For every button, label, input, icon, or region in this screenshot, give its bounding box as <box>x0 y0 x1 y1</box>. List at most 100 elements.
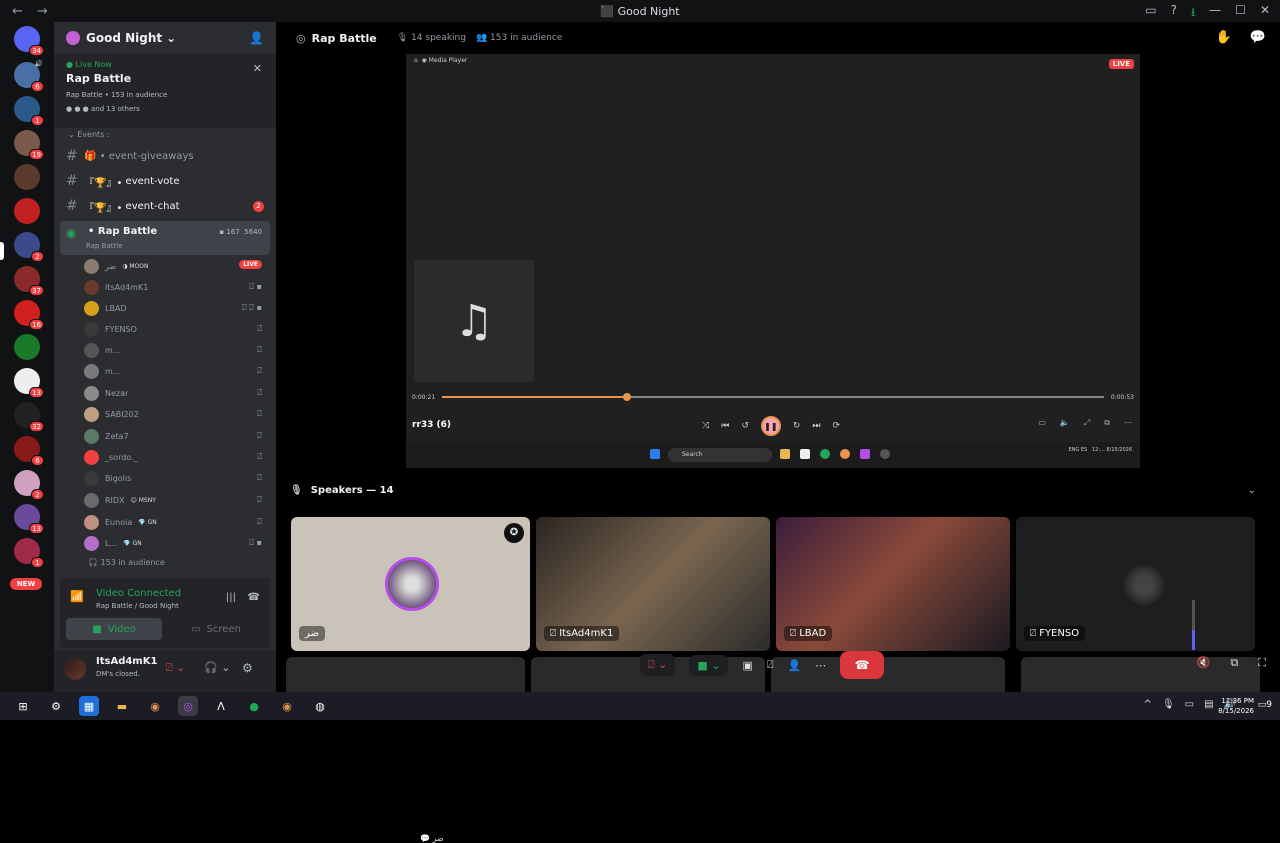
settings-icon[interactable]: ⚙ <box>46 696 66 716</box>
voice-member[interactable]: Eunoia 💎 GN ⍁ <box>84 512 270 532</box>
forward-icon[interactable]: ↻ <box>793 421 801 431</box>
server-icon[interactable]: 1 <box>14 538 44 568</box>
server-icon[interactable]: 19 <box>14 130 44 160</box>
server-icon[interactable]: 1 <box>14 96 44 126</box>
network-icon[interactable]: ▤ <box>1204 699 1213 710</box>
chevron-up-icon[interactable]: ^ <box>1144 699 1152 710</box>
voice-member[interactable]: Nezar ⍁ <box>84 383 270 403</box>
server-icon[interactable]: 2 <box>14 470 44 500</box>
windows-start-icon[interactable]: ⊞ <box>13 696 33 716</box>
server-icon[interactable]: 13 <box>14 504 44 534</box>
miniplayer-icon[interactable]: ⧉ <box>1104 418 1110 428</box>
headphones-icon[interactable]: 🎧 ⌄ <box>204 661 230 674</box>
voice-member[interactable]: LBAD ⍁ ⍁ ▪ <box>84 298 270 318</box>
voice-member[interactable]: Zeta7 ⍁ <box>84 426 270 446</box>
mic-icon[interactable]: 🎙 <box>1162 699 1175 710</box>
video-button[interactable]: ■ Video <box>66 618 162 640</box>
voice-member[interactable]: m... ⍁ <box>84 340 270 360</box>
channel-event-vote[interactable]: # 『🏆』• event-vote <box>66 170 270 192</box>
chat-icon[interactable]: 💬 <box>1250 30 1266 45</box>
invite-people-icon[interactable]: 👤 <box>249 31 264 45</box>
server-icon[interactable]: 🔊 6 <box>14 60 44 92</box>
server-icon[interactable] <box>14 198 40 224</box>
voice-location[interactable]: Rap Battle / Good Night <box>96 602 179 610</box>
download-icon[interactable]: ⭳ <box>1191 3 1195 24</box>
voice-status[interactable]: Video Connected <box>96 588 181 599</box>
avatar[interactable] <box>64 658 86 680</box>
chevron-down-icon[interactable]: ⌄ <box>1248 485 1256 496</box>
voice-member[interactable]: Bigolis ⍁ <box>84 468 270 488</box>
discord-icon[interactable]: ◎ <box>178 696 198 716</box>
voice-member[interactable]: ItsAd4mK1 ⍁ ▪ <box>84 277 270 297</box>
speaker-off-icon[interactable]: 🔇 <box>1197 656 1211 670</box>
server-header[interactable]: Good Night ⌄ 👤 <box>54 22 276 54</box>
server-icon[interactable]: 32 <box>14 402 44 432</box>
forward-arrow-icon[interactable]: → <box>37 4 48 19</box>
channel-event-giveaways[interactable]: # 🎁 • event-giveaways <box>66 145 270 167</box>
noise-suppression-icon[interactable]: ||| <box>226 592 236 603</box>
inbox-icon[interactable]: ▭ <box>1145 3 1156 24</box>
obs-icon[interactable]: ◍ <box>310 696 330 716</box>
stream-view[interactable]: ⌂ ◉ Media Player LIVE ♫ 0:00:21 0:00:53 … <box>406 54 1140 843</box>
stop-speaking-icon[interactable]: ⍁ <box>767 658 774 672</box>
voice-member[interactable]: m... ⍁ <box>84 361 270 381</box>
voice-member[interactable]: RIDX 😊 MSNY ⍁ <box>84 490 270 510</box>
pause-icon[interactable]: ❚❚ <box>760 416 781 436</box>
spotify-icon[interactable]: ● <box>244 696 264 716</box>
help-icon[interactable]: ? <box>1171 3 1177 24</box>
voice-member[interactable]: ضر ◑ MOON LIVE <box>84 256 270 276</box>
category-events[interactable]: ⌄ Events : <box>68 130 110 139</box>
invite-icon[interactable]: 👤 <box>787 659 801 672</box>
popout-icon[interactable]: ⧉ <box>1230 656 1238 670</box>
server-icon[interactable]: 6 <box>14 436 44 466</box>
close-window-button[interactable]: ✕ <box>1260 3 1270 24</box>
shuffle-icon[interactable]: ⤨ <box>702 421 709 431</box>
share-screen-icon[interactable]: ▣ <box>742 659 752 672</box>
display-icon[interactable]: ▭ <box>1185 699 1194 710</box>
rewind-icon[interactable]: ↺ <box>741 421 749 431</box>
close-icon[interactable]: ✕ <box>253 62 262 75</box>
seek-thumb[interactable] <box>623 393 632 401</box>
chrome-icon[interactable]: ◉ <box>277 696 297 716</box>
audience-count[interactable]: 🎧 153 in audience <box>88 558 165 567</box>
voice-member[interactable]: L... 💎 GN ⍁ ▪ <box>84 533 270 553</box>
clock[interactable]: 11:36 PM 8/15/2026 <box>1218 696 1254 716</box>
server-icon[interactable]: 13 <box>14 368 44 398</box>
previous-icon[interactable]: ⏮ <box>721 421 729 431</box>
disconnect-button[interactable]: ☎ <box>840 651 885 679</box>
terminal-icon[interactable]: Λ <box>211 696 231 716</box>
disconnect-icon[interactable]: ☎ <box>248 592 260 603</box>
voice-member[interactable]: _sordo._ ⍁ <box>84 447 270 467</box>
speaker-tile[interactable] <box>286 657 525 692</box>
server-icon[interactable]: 37 <box>14 266 44 296</box>
captions-icon[interactable]: ▭ <box>1038 418 1046 428</box>
voice-member[interactable]: FYENSO ⍁ <box>84 319 270 339</box>
stage-channel-rap-battle[interactable]: ◉ • Rap Battle Rap Battle ▪ 167 5640 <box>60 221 270 255</box>
calendar-icon[interactable]: ▦ <box>79 696 99 716</box>
mute-toggle-button[interactable]: ⍁ ⌄ <box>640 654 676 676</box>
voice-member[interactable]: SABI202 ⍁ <box>84 404 270 424</box>
back-arrow-icon[interactable]: ← <box>12 4 23 19</box>
camera-toggle-button[interactable]: ■ ⌄ <box>689 654 729 676</box>
gear-icon[interactable]: ⚙ <box>242 661 253 675</box>
notification-icon[interactable]: ▭9 <box>1258 700 1272 710</box>
maximize-button[interactable]: ☐ <box>1235 3 1246 24</box>
username[interactable]: ItsAd4mK1 <box>96 656 157 667</box>
repeat-icon[interactable]: ⟳ <box>833 421 841 431</box>
more-icon[interactable]: ⋯ <box>815 659 826 672</box>
volume-icon[interactable]: 🔈 <box>1060 418 1070 428</box>
speaker-tile[interactable]: ✪ ضر <box>291 517 530 651</box>
muted-mic-icon[interactable]: ⍁ ⌄ <box>166 661 185 675</box>
minimize-button[interactable]: — <box>1209 3 1221 24</box>
volume-slider[interactable] <box>1192 600 1195 650</box>
chrome-icon[interactable]: ◉ <box>145 696 165 716</box>
next-icon[interactable]: ⏭ <box>812 421 820 431</box>
live-stage-card[interactable]: ● Live Now Rap Battle Rap Battle • 153 i… <box>54 54 276 128</box>
server-icon[interactable]: 16 <box>14 300 44 330</box>
dm-home-icon[interactable]: 34 <box>14 26 44 56</box>
seek-bar[interactable] <box>442 393 1104 401</box>
channel-event-chat[interactable]: # 『🏆』• event-chat 2 <box>66 195 270 217</box>
raise-hand-icon[interactable]: ✋ <box>1216 30 1232 45</box>
speaker-tile[interactable]: ⍁ LBAD <box>776 517 1010 651</box>
fullscreen-icon[interactable]: ⤢ <box>1084 418 1090 428</box>
